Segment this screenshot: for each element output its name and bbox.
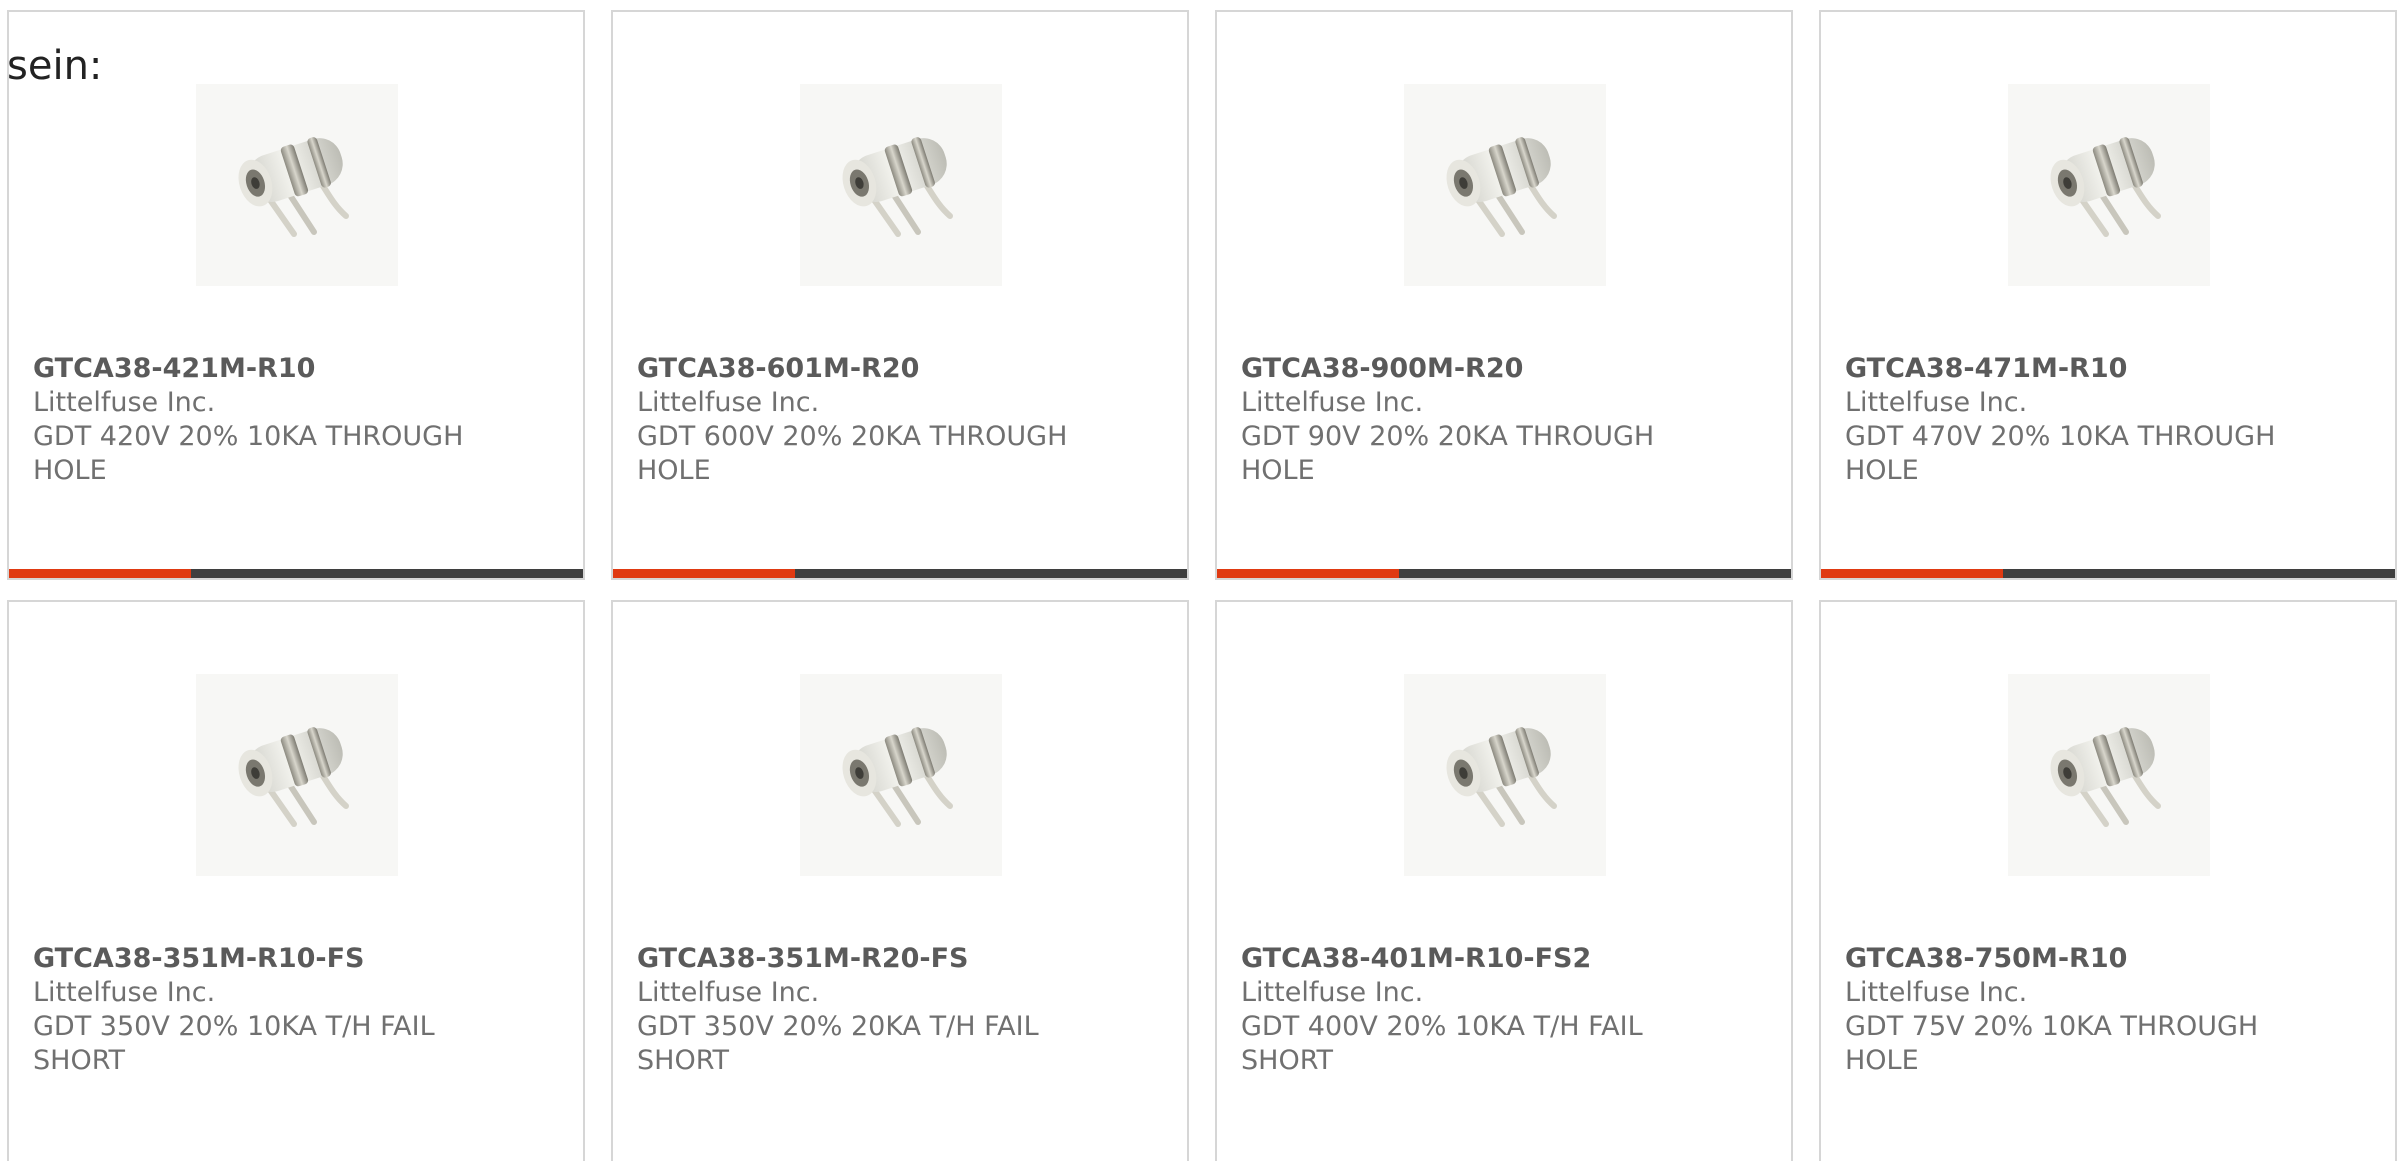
card-footer-bar <box>1821 569 2395 578</box>
product-description: GDT 75V 20% 10KA THROUGH HOLE <box>1845 1011 2259 1076</box>
product-description: GDT 600V 20% 20KA THROUGH HOLE <box>637 421 1068 486</box>
product-card[interactable]: GTCA38-351M-R10-FS Littelfuse Inc. GDT 3… <box>7 600 585 1161</box>
gas-discharge-tube-icon[interactable] <box>1404 674 1606 876</box>
product-description: GDT 350V 20% 10KA T/H FAIL SHORT <box>33 1011 435 1076</box>
product-card[interactable]: GTCA38-601M-R20 Littelfuse Inc. GDT 600V… <box>611 10 1189 580</box>
product-description: GDT 350V 20% 20KA T/H FAIL SHORT <box>637 1011 1039 1076</box>
product-card[interactable]: GTCA38-471M-R10 Littelfuse Inc. GDT 470V… <box>1819 10 2397 580</box>
part-number-link[interactable]: GTCA38-401M-R10-FS2 <box>1241 942 1681 976</box>
part-number-link[interactable]: GTCA38-601M-R20 <box>637 352 1077 386</box>
manufacturer-name: Littelfuse Inc. <box>637 387 820 418</box>
product-info: GTCA38-351M-R10-FS Littelfuse Inc. GDT 3… <box>33 942 473 1078</box>
gas-discharge-tube-icon[interactable] <box>196 674 398 876</box>
manufacturer-name: Littelfuse Inc. <box>1241 977 1424 1008</box>
gas-discharge-tube-icon[interactable] <box>800 674 1002 876</box>
part-number-link[interactable]: GTCA38-351M-R20-FS <box>637 942 1077 976</box>
part-number-link[interactable]: GTCA38-351M-R10-FS <box>33 942 473 976</box>
product-description: GDT 470V 20% 10KA THROUGH HOLE <box>1845 421 2276 486</box>
product-info: GTCA38-401M-R10-FS2 Littelfuse Inc. GDT … <box>1241 942 1681 1078</box>
card-accent-bar <box>1821 569 2003 578</box>
card-footer-bar <box>1217 569 1791 578</box>
card-footer-bar <box>613 569 1187 578</box>
product-card[interactable]: GTCA38-750M-R10 Littelfuse Inc. GDT 75V … <box>1819 600 2397 1161</box>
gas-discharge-tube-icon[interactable] <box>2008 84 2210 286</box>
product-info: GTCA38-351M-R20-FS Littelfuse Inc. GDT 3… <box>637 942 1077 1078</box>
product-card[interactable]: GTCA38-421M-R10 Littelfuse Inc. GDT 420V… <box>7 10 585 580</box>
product-card[interactable]: GTCA38-351M-R20-FS Littelfuse Inc. GDT 3… <box>611 600 1189 1161</box>
gas-discharge-tube-icon[interactable] <box>800 84 1002 286</box>
product-info: GTCA38-601M-R20 Littelfuse Inc. GDT 600V… <box>637 352 1077 488</box>
manufacturer-name: Littelfuse Inc. <box>637 977 820 1008</box>
gas-discharge-tube-icon[interactable] <box>2008 674 2210 876</box>
intro-text: sein: <box>7 43 103 89</box>
card-footer-bar <box>9 569 583 578</box>
manufacturer-name: Littelfuse Inc. <box>1845 387 2028 418</box>
part-number-link[interactable]: GTCA38-471M-R10 <box>1845 352 2285 386</box>
product-description: GDT 90V 20% 20KA THROUGH HOLE <box>1241 421 1655 486</box>
product-info: GTCA38-471M-R10 Littelfuse Inc. GDT 470V… <box>1845 352 2285 488</box>
product-grid-page: sein: GTCA38-421M-R10 Littelfuse Inc. GD… <box>0 0 2400 1161</box>
card-accent-bar <box>1217 569 1399 578</box>
product-info: GTCA38-421M-R10 Littelfuse Inc. GDT 420V… <box>33 352 473 488</box>
product-card[interactable]: GTCA38-401M-R10-FS2 Littelfuse Inc. GDT … <box>1215 600 1793 1161</box>
part-number-link[interactable]: GTCA38-750M-R10 <box>1845 942 2285 976</box>
part-number-link[interactable]: GTCA38-900M-R20 <box>1241 352 1681 386</box>
gas-discharge-tube-icon[interactable] <box>1404 84 1606 286</box>
product-description: GDT 400V 20% 10KA T/H FAIL SHORT <box>1241 1011 1643 1076</box>
product-info: GTCA38-750M-R10 Littelfuse Inc. GDT 75V … <box>1845 942 2285 1078</box>
manufacturer-name: Littelfuse Inc. <box>33 977 216 1008</box>
product-card[interactable]: GTCA38-900M-R20 Littelfuse Inc. GDT 90V … <box>1215 10 1793 580</box>
manufacturer-name: Littelfuse Inc. <box>33 387 216 418</box>
product-description: GDT 420V 20% 10KA THROUGH HOLE <box>33 421 464 486</box>
gas-discharge-tube-icon[interactable] <box>196 84 398 286</box>
card-accent-bar <box>613 569 795 578</box>
card-accent-bar <box>9 569 191 578</box>
product-info: GTCA38-900M-R20 Littelfuse Inc. GDT 90V … <box>1241 352 1681 488</box>
manufacturer-name: Littelfuse Inc. <box>1845 977 2028 1008</box>
part-number-link[interactable]: GTCA38-421M-R10 <box>33 352 473 386</box>
manufacturer-name: Littelfuse Inc. <box>1241 387 1424 418</box>
